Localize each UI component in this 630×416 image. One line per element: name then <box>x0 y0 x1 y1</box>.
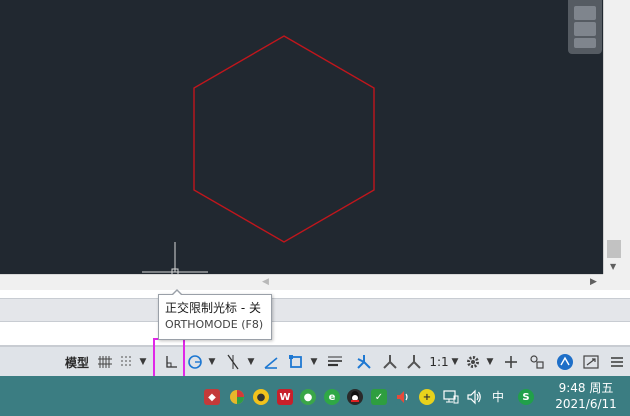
speaker-icon[interactable] <box>466 389 482 405</box>
red-app-icon[interactable]: W <box>277 389 293 405</box>
polar-dropdown-icon[interactable]: ▼ <box>207 351 217 373</box>
command-line-input[interactable] <box>0 322 630 346</box>
object-snap-dropdown-icon[interactable]: ▼ <box>309 351 319 373</box>
clock-date: 2021/6/11 <box>555 397 617 411</box>
gear-icon[interactable] <box>463 351 483 373</box>
volume-icon-red[interactable] <box>395 389 411 405</box>
plus-tray-icon[interactable]: + <box>419 389 435 405</box>
orbit-icon[interactable] <box>574 38 596 48</box>
lineweight-icon[interactable] <box>324 351 346 373</box>
horizontal-scrollbar[interactable]: ◀ ▶ <box>0 274 603 290</box>
autocad-window: ▼ ◀ ▶ 模型 ▼ ▼ ▼ ▼ 1:1 ▼ ▼ 正交限制光标 - 关 ORTH… <box>0 0 630 416</box>
customization-menu-icon[interactable] <box>606 351 628 373</box>
tooltip-caret-inner <box>172 291 182 296</box>
zoom-icon[interactable] <box>574 22 596 36</box>
tooltip-subtitle: ORTHOMODE (F8) <box>165 318 264 331</box>
isodraft-dropdown-icon[interactable]: ▼ <box>246 351 256 373</box>
windows-taskbar: ◆ ● W ● e ✓ + 中 S 9:48 周五 2021/6/11 <box>0 376 630 416</box>
wechat-icon[interactable]: ● <box>300 389 316 405</box>
sogou-icon[interactable]: S <box>518 389 534 405</box>
crosshair-cursor <box>142 242 208 274</box>
auto-scale-icon[interactable] <box>379 351 401 373</box>
object-snap-icon[interactable] <box>285 351 307 373</box>
vertical-scroll-thumb[interactable] <box>607 240 621 258</box>
scrollbar-corner <box>603 274 630 290</box>
isolate-objects-icon[interactable] <box>526 351 548 373</box>
snap-icon[interactable] <box>117 351 137 373</box>
isodraft-icon[interactable] <box>222 351 244 373</box>
pan-icon[interactable] <box>574 6 596 20</box>
drawing-svg <box>142 35 375 274</box>
command-history-top <box>0 290 630 298</box>
hardware-acceleration-icon[interactable] <box>554 351 576 373</box>
object-snap-tracking-icon[interactable] <box>261 351 281 373</box>
network-icon[interactable] <box>443 389 459 405</box>
grid-icon[interactable] <box>95 351 115 373</box>
command-history <box>0 298 630 322</box>
qq-icon[interactable] <box>347 389 363 405</box>
clock-time: 9:48 周五 <box>558 381 614 395</box>
scroll-down-icon[interactable]: ▼ <box>610 262 616 271</box>
model-tab[interactable]: 模型 <box>62 351 92 373</box>
snap-dropdown-icon[interactable]: ▼ <box>138 351 148 373</box>
ime-indicator[interactable]: 中 <box>492 388 504 405</box>
system-clock[interactable]: 9:48 周五 2021/6/11 <box>546 380 626 414</box>
game-app-icon[interactable]: ◆ <box>204 389 220 405</box>
browser-icon[interactable]: e <box>324 389 340 405</box>
navigation-bar <box>568 0 602 54</box>
vertical-scrollbar[interactable]: ▼ <box>603 0 630 274</box>
hexagon-shape[interactable] <box>193 35 375 243</box>
color-wheel-icon[interactable] <box>229 389 245 405</box>
ortho-tooltip: 正交限制光标 - 关 ORTHOMODE (F8) <box>158 294 272 340</box>
yellow-app-icon[interactable]: ● <box>253 389 269 405</box>
polar-tracking-icon[interactable] <box>185 351 205 373</box>
workspace-dropdown-icon[interactable]: ▼ <box>485 351 495 373</box>
drawing-canvas[interactable] <box>0 0 603 274</box>
security-shield-icon[interactable]: ✓ <box>371 389 387 405</box>
status-bar: 模型 ▼ ▼ ▼ ▼ 1:1 ▼ ▼ <box>0 346 630 376</box>
tooltip-title: 正交限制光标 - 关 <box>165 301 261 315</box>
scroll-left-icon[interactable]: ◀ <box>262 277 269 287</box>
annotation-visibility-icon[interactable] <box>353 351 375 373</box>
annotation-scale[interactable]: 1:1 <box>428 351 450 373</box>
clean-screen-icon[interactable] <box>580 351 602 373</box>
plus-icon[interactable] <box>500 351 522 373</box>
annotation-scale-tool-icon[interactable] <box>403 351 425 373</box>
scale-dropdown-icon[interactable]: ▼ <box>450 351 460 373</box>
scroll-right-icon[interactable]: ▶ <box>590 277 597 287</box>
